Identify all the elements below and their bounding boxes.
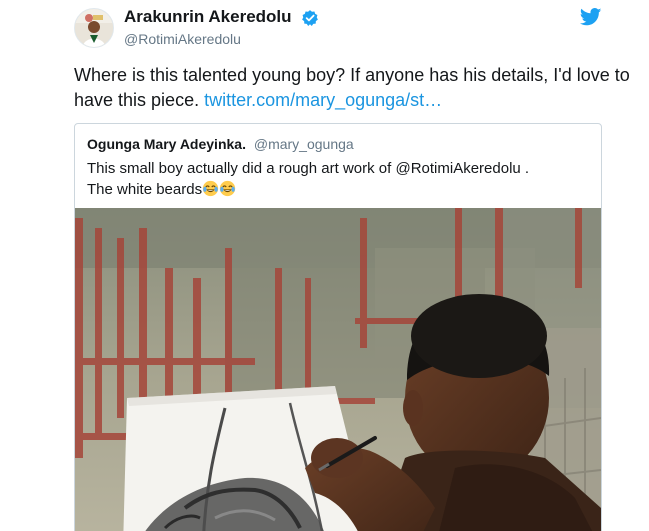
author-display-name[interactable]: Arakunrin Akeredolu	[124, 6, 292, 28]
avatar[interactable]	[74, 8, 114, 48]
quoted-tweet-line-2-text: The white beards	[87, 181, 203, 198]
quoted-tweet-header: Ogunga Mary Adeyinka. @mary_ogunga	[87, 135, 354, 153]
quoted-tweet-line-1: This small boy actually did a rough art …	[87, 160, 530, 177]
author-handle[interactable]: @RotimiAkeredolu	[124, 30, 241, 48]
quoted-author-handle[interactable]: @mary_ogunga	[254, 136, 354, 152]
tweet-text: Where is this talented young boy? If any…	[74, 63, 634, 113]
quoted-tweet-text: This small boy actually did a rough art …	[87, 158, 587, 200]
twitter-bird-icon[interactable]	[579, 8, 602, 26]
quoted-tweet-line-2: The white beards	[87, 179, 587, 200]
quoted-author-name[interactable]: Ogunga Mary Adeyinka.	[87, 136, 246, 152]
face-with-tears-of-joy-icon	[202, 180, 219, 197]
tweet-link[interactable]: twitter.com/mary_ogunga/st…	[204, 90, 442, 110]
embedded-tweet: Arakunrin Akeredolu @RotimiAkeredolu Whe…	[0, 0, 649, 531]
quoted-tweet-photo[interactable]	[75, 208, 601, 531]
verified-badge-icon	[301, 9, 319, 27]
face-with-tears-of-joy-icon	[219, 180, 236, 197]
quoted-tweet-card[interactable]: Ogunga Mary Adeyinka. @mary_ogunga This …	[74, 123, 602, 531]
